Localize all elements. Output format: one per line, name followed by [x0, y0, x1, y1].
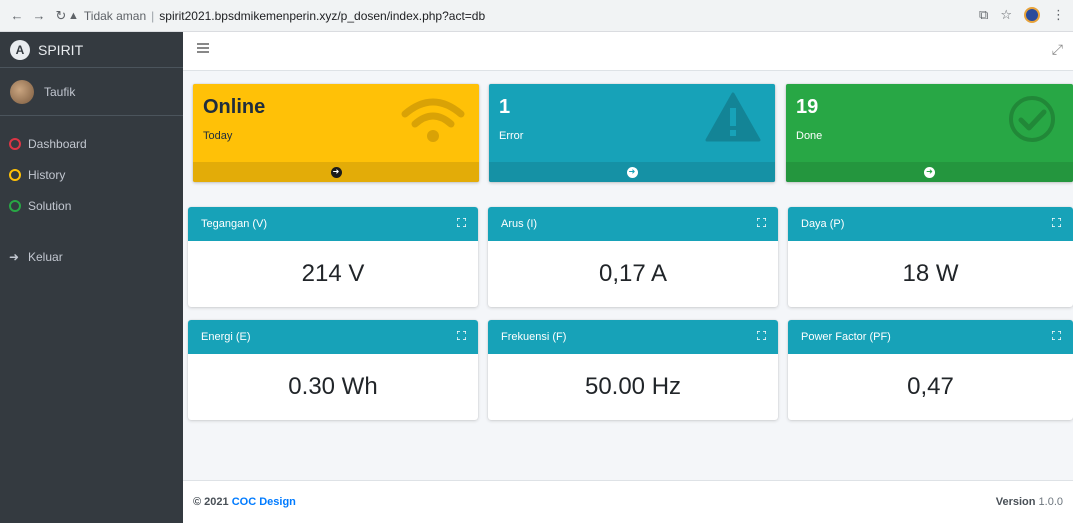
sidebar-item-logout[interactable]: ➜ Keluar [0, 241, 183, 272]
metric-card-power-factor: Power Factor (PF) 0,47 [788, 320, 1073, 420]
address-bar[interactable]: ▲ Tidak aman | spirit2021.bpsdmikemenper… [68, 5, 968, 27]
page-footer: © 2021 COC Design Version 1.0.0 [183, 480, 1073, 523]
card-title: Power Factor (PF) [801, 331, 891, 343]
arrow-circle-right-icon: ➜ [330, 166, 342, 178]
maximize-icon[interactable] [757, 218, 766, 227]
top-navbar: ⤢ [183, 32, 1073, 71]
fullscreen-icon[interactable]: ⤢ [1052, 41, 1063, 58]
forward-icon[interactable]: → [30, 7, 48, 25]
status-box-done: 19 Done ➜ [786, 84, 1073, 182]
metric-card-current: Arus (I) 0,17 A [488, 207, 778, 307]
translate-icon[interactable]: ⧉ [979, 7, 988, 23]
maximize-icon[interactable] [1052, 331, 1061, 340]
sidebar-item-label: Keluar [28, 249, 63, 264]
card-value: 0,17 A [598, 260, 668, 287]
version-label: Version [995, 496, 1036, 508]
circle-outline-icon [9, 137, 21, 150]
metric-card-frequency: Frekuensi (F) 50.00 Hz [488, 320, 778, 420]
card-title: Frekuensi (F) [501, 331, 567, 343]
sign-out-icon: ➜ [9, 249, 20, 264]
brand-link[interactable]: A SPIRIT [0, 32, 183, 68]
back-icon[interactable]: ← [8, 7, 26, 25]
url-text: spirit2021.bpsdmikemenperin.xyz/p_dosen/… [159, 9, 486, 23]
status-box-error: 1 Error ➜ [489, 84, 775, 182]
brand-logo-icon: A [10, 39, 30, 60]
not-secure-label: Tidak aman [83, 9, 147, 23]
user-avatar [10, 79, 34, 104]
footer-brand-link[interactable]: COC Design [232, 496, 296, 508]
sidebar-item-label: Solution [28, 198, 72, 213]
address-separator: | [151, 9, 155, 23]
bookmark-star-icon[interactable]: ☆ [1000, 7, 1012, 23]
maximize-icon[interactable] [1052, 218, 1061, 227]
wifi-icon [401, 98, 465, 142]
card-value: 0.30 Wh [288, 373, 378, 400]
circle-outline-icon [9, 168, 21, 181]
copyright: © 2021 COC Design [193, 496, 296, 508]
copyright-text: © 2021 [193, 496, 229, 508]
sidebar-nav: Dashboard History Solution ➜ Keluar [0, 116, 183, 272]
arrow-circle-right-icon: ➜ [924, 166, 935, 178]
more-info-link[interactable]: ➜ [786, 162, 1073, 182]
card-value: 50.00 Hz [584, 373, 682, 400]
maximize-icon[interactable] [457, 331, 466, 340]
brand-name: SPIRIT [38, 41, 84, 58]
status-box-online: Online Today ➜ [193, 84, 479, 182]
card-title: Daya (P) [801, 218, 845, 230]
user-panel[interactable]: Taufik [0, 68, 183, 116]
card-title: Energi (E) [201, 331, 251, 343]
card-title: Arus (I) [501, 218, 538, 230]
card-value: 18 W [902, 260, 959, 287]
version-info: Version 1.0.0 [996, 496, 1063, 508]
circle-outline-icon [9, 199, 21, 212]
warning-icon: ▲ [68, 10, 79, 22]
metric-card-voltage: Tegangan (V) 214 V [188, 207, 478, 307]
user-name: Taufik [44, 84, 76, 99]
metric-card-energy: Energi (E) 0.30 Wh [188, 320, 478, 420]
maximize-icon[interactable] [457, 218, 466, 227]
profile-avatar[interactable] [1024, 7, 1040, 23]
card-value: 0,47 [907, 373, 954, 400]
menu-dots-icon[interactable]: ⋮ [1052, 7, 1065, 23]
maximize-icon[interactable] [757, 331, 766, 340]
browser-toolbar: ← → ↻ ▲ Tidak aman | spirit2021.bpsdmike… [0, 0, 1073, 32]
warning-icon [705, 92, 761, 142]
sidebar-item-label: Dashboard [28, 136, 87, 151]
hamburger-menu-icon[interactable] [197, 43, 209, 53]
more-info-link[interactable]: ➜ [193, 162, 479, 182]
sidebar-item-dashboard[interactable]: Dashboard [0, 128, 183, 159]
sidebar-item-history[interactable]: History [0, 159, 183, 190]
metric-card-power: Daya (P) 18 W [788, 207, 1073, 307]
sidebar: A SPIRIT Taufik Dashboard History Soluti… [0, 32, 183, 523]
sidebar-item-solution[interactable]: Solution [0, 190, 183, 221]
arrow-circle-right-icon: ➜ [626, 166, 638, 178]
more-info-link[interactable]: ➜ [489, 162, 775, 182]
version-number: 1.0.0 [1038, 496, 1063, 508]
card-value: 214 V [301, 260, 365, 287]
sidebar-item-label: History [28, 167, 66, 182]
check-circle-icon [1009, 96, 1055, 142]
card-title: Tegangan (V) [201, 218, 268, 230]
